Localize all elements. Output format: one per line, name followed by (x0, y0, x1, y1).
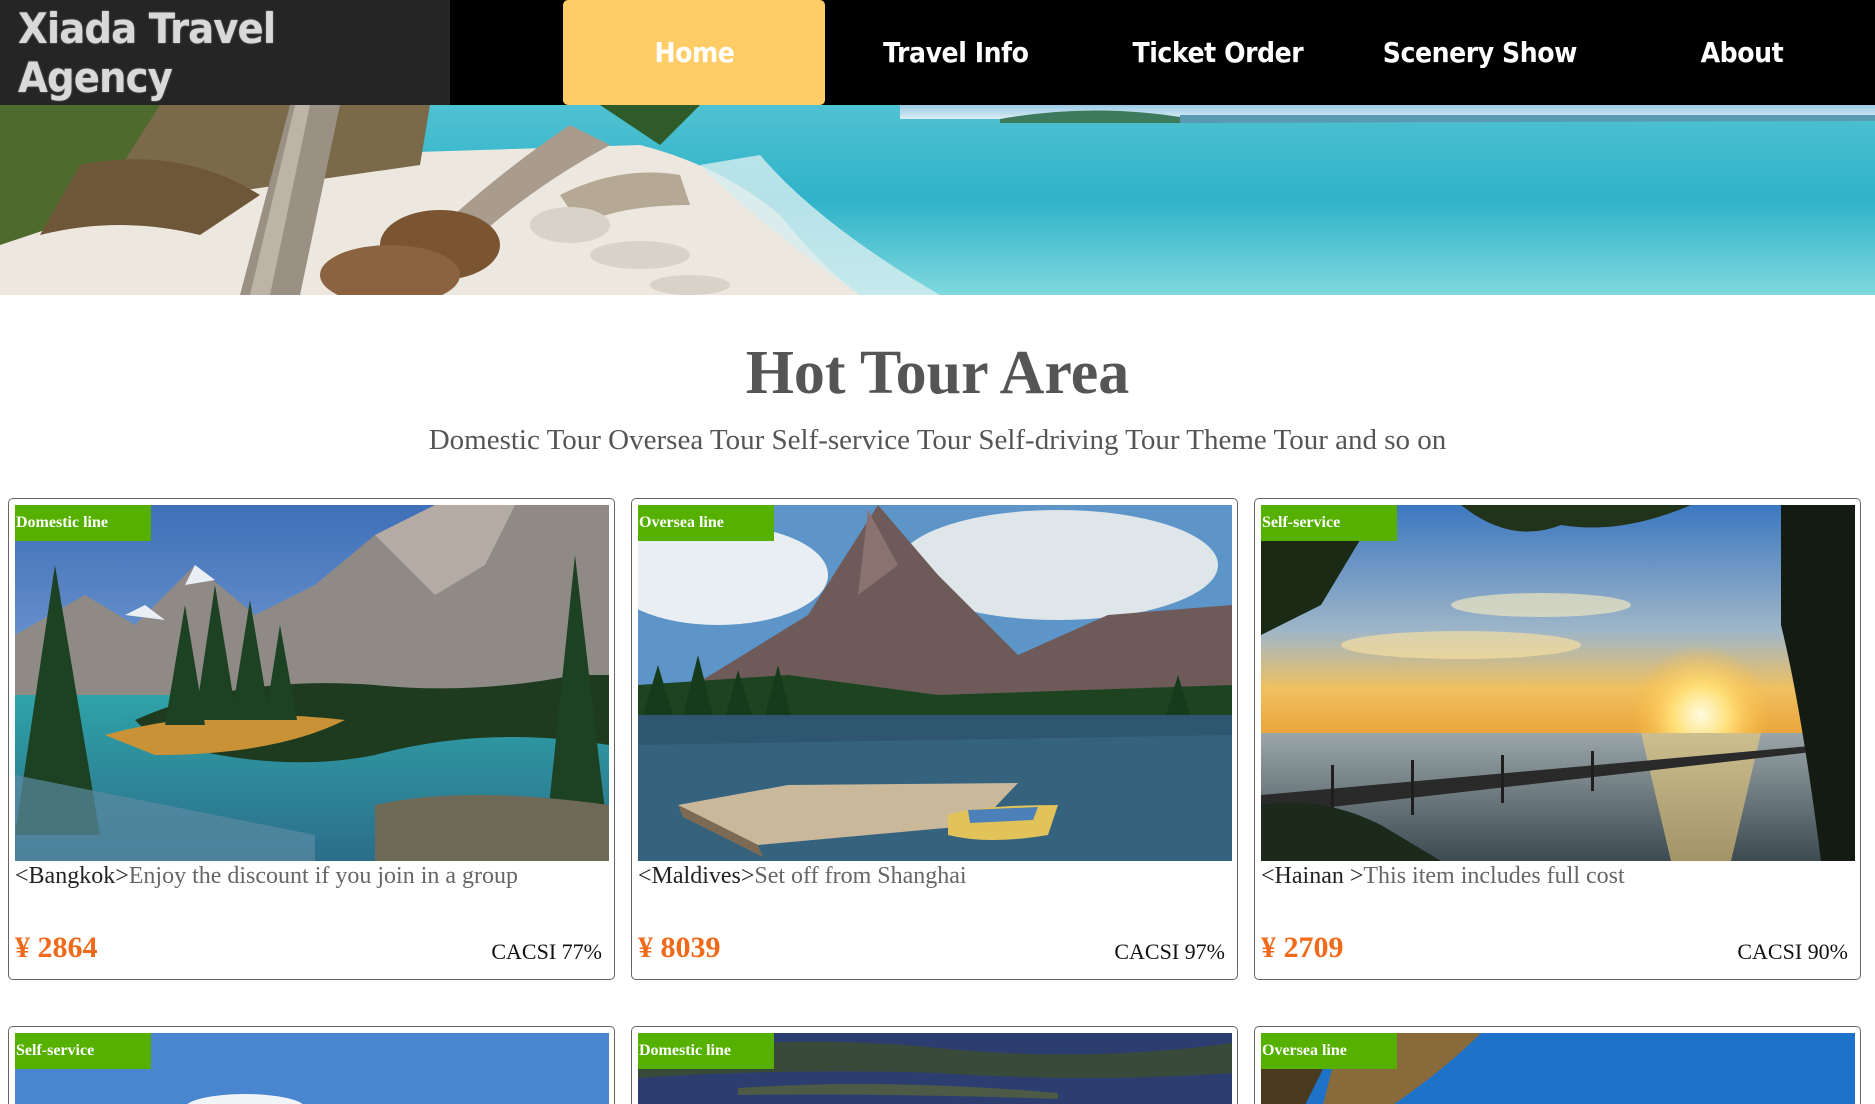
nav-about-label: About (1700, 36, 1784, 69)
tour-card[interactable]: Oversea line <Maldives>Set off from Shan… (631, 498, 1238, 980)
tour-card[interactable]: Self-service (8, 1026, 615, 1104)
tour-description: <Hainan >This item includes full cost (1261, 863, 1625, 890)
tour-category-tag: Domestic line (638, 1033, 774, 1069)
tour-price: ¥ 8039 (638, 931, 721, 964)
section-title: Hot Tour Area (745, 339, 1130, 407)
nav-scenery-show[interactable]: Scenery Show (1349, 0, 1611, 105)
brand-logo[interactable]: Xiada Travel Agency (0, 0, 450, 105)
tour-photo-mountain-lake-dock (638, 505, 1232, 861)
tour-text: Enjoy the discount if you join in a grou… (128, 863, 519, 889)
tour-category-tag: Domestic line (15, 505, 151, 541)
hero-banner-beach (0, 105, 1875, 295)
tour-description: <Bangkok>Enjoy the discount if you join … (15, 863, 518, 890)
section-subtitle: Domestic Tour Oversea Tour Self-service … (428, 424, 1447, 456)
tour-text: This item includes full cost (1363, 863, 1625, 889)
nav-travel-info[interactable]: Travel Info (825, 0, 1087, 105)
nav-about[interactable]: About (1611, 0, 1873, 105)
tour-category-tag: Self-service (1261, 505, 1397, 541)
tour-card[interactable]: Self-service <Hainan >This item includes… (1254, 498, 1861, 980)
tour-cacsi: CACSI 77% (491, 939, 602, 964)
nav-travel-info-label: Travel Info (883, 36, 1029, 69)
tour-category-tag: Self-service (15, 1033, 151, 1069)
tour-photo-sunset-pier (1261, 505, 1855, 861)
top-navbar: Xiada Travel Agency Home Travel Info Tic… (0, 0, 1875, 105)
tour-card[interactable]: Oversea line (1254, 1026, 1861, 1104)
tour-photo-lake-island (15, 505, 609, 861)
tour-card[interactable]: Domestic line <Bangkok>Enjoy the discoun… (8, 498, 615, 980)
nav-ticket-order[interactable]: Ticket Order (1087, 0, 1349, 105)
nav-home-label: Home (654, 36, 734, 69)
brand-name: Xiada Travel Agency (18, 3, 276, 102)
tour-place: <Hainan > (1261, 863, 1364, 889)
tour-cacsi: CACSI 97% (1114, 939, 1225, 964)
tour-card[interactable]: Domestic line (631, 1026, 1238, 1104)
tour-category-tag: Oversea line (1261, 1033, 1397, 1069)
tour-cacsi: CACSI 90% (1737, 939, 1848, 964)
tour-text: Set off from Shanghai (754, 863, 967, 889)
tour-place: <Bangkok> (15, 863, 129, 889)
nav-scenery-show-label: Scenery Show (1382, 36, 1578, 69)
tour-place: <Maldives> (638, 863, 755, 889)
tour-description: <Maldives>Set off from Shanghai (638, 863, 967, 890)
tour-price: ¥ 2709 (1261, 931, 1344, 964)
nav-home[interactable]: Home (563, 0, 825, 105)
tour-price: ¥ 2864 (15, 931, 98, 964)
nav-ticket-order-label: Ticket Order (1132, 36, 1304, 69)
tour-category-tag: Oversea line (638, 505, 774, 541)
